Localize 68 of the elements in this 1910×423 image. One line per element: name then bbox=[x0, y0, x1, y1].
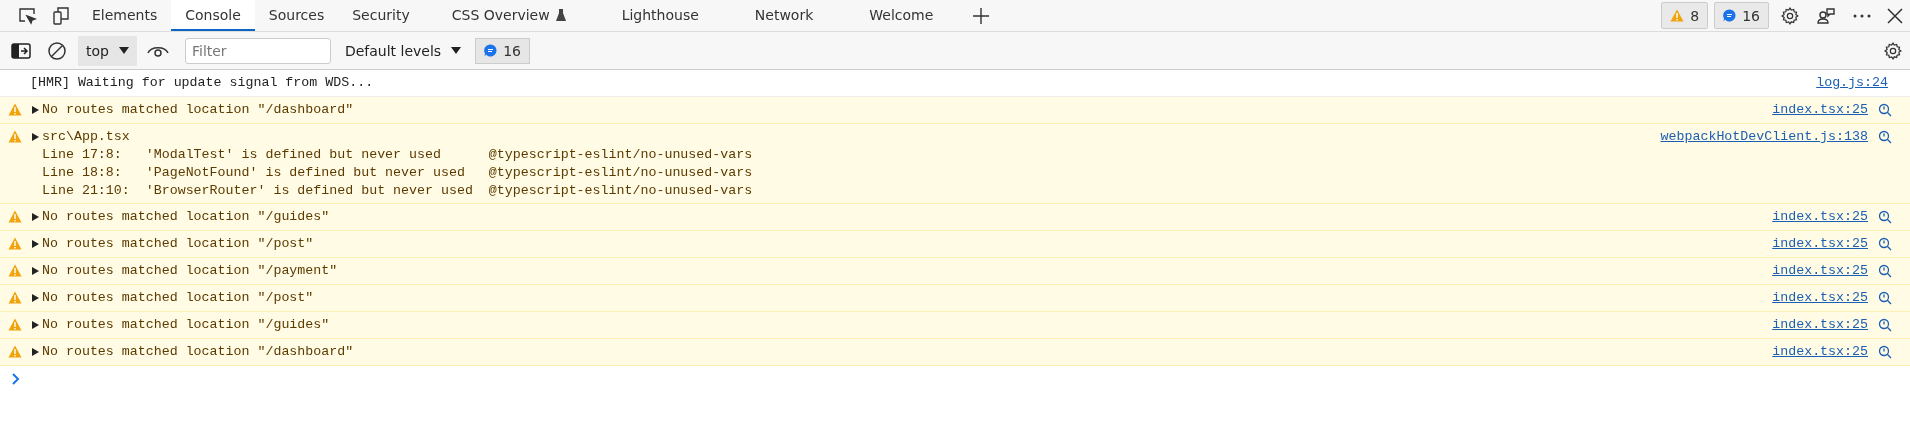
message-text: No routes matched location "/guides" bbox=[42, 316, 330, 334]
message-text: No routes matched location "/guides" bbox=[42, 208, 330, 226]
source-link[interactable]: index.tsx:25 bbox=[1772, 289, 1868, 307]
search-icon[interactable] bbox=[1878, 345, 1892, 359]
source-link[interactable]: log.js:24 bbox=[1816, 74, 1888, 92]
source-link[interactable]: index.tsx:25 bbox=[1772, 208, 1868, 226]
message-detail: Line 17:8: 'ModalTest' is defined but never used @typescript-eslint/no-unused-vars bbox=[41, 146, 754, 164]
message-icon bbox=[484, 44, 498, 57]
expand-arrow-icon[interactable] bbox=[30, 347, 40, 357]
messages-counter[interactable]: 16 bbox=[1714, 2, 1769, 29]
message-text: No routes matched location "/dashboard" bbox=[42, 101, 354, 119]
warning-icon bbox=[8, 210, 22, 223]
message-detail: Line 18:8: 'PageNotFound' is defined but never used @typescript-eslint/no-unused-vars bbox=[41, 164, 754, 182]
search-icon[interactable] bbox=[1878, 237, 1892, 251]
warning-icon bbox=[1670, 9, 1685, 22]
message-icon bbox=[1723, 9, 1737, 22]
expand-arrow-icon[interactable] bbox=[30, 266, 40, 276]
source-link[interactable]: index.tsx:25 bbox=[1772, 316, 1868, 334]
source-link[interactable]: index.tsx:25 bbox=[1772, 262, 1868, 280]
warning-icon bbox=[8, 103, 22, 116]
panel-tab[interactable]: Security bbox=[338, 0, 424, 31]
dropdown-arrow-icon bbox=[451, 47, 462, 54]
warning-icon bbox=[8, 291, 22, 304]
message-text: No routes matched location "/payment" bbox=[42, 262, 338, 280]
warning-icon bbox=[8, 318, 22, 331]
message-text: [HMR] Waiting for update signal from WDS... bbox=[30, 74, 374, 92]
panel-tab[interactable]: Elements bbox=[78, 0, 172, 31]
search-icon[interactable] bbox=[1878, 318, 1892, 332]
expand-arrow-icon[interactable] bbox=[30, 293, 40, 303]
expand-arrow-icon[interactable] bbox=[30, 239, 40, 249]
message-text: src\App.tsx bbox=[42, 128, 130, 146]
source-link[interactable]: index.tsx:25 bbox=[1772, 235, 1868, 253]
warnings-counter[interactable]: 8 bbox=[1661, 2, 1709, 29]
dropdown-arrow-icon bbox=[118, 47, 129, 54]
message-detail: Line 21:10: 'BrowserRouter' is defined but never used @typescript-eslint/no-unused-vars bbox=[41, 182, 754, 200]
message-text: No routes matched location "/post" bbox=[42, 235, 314, 253]
expand-arrow-icon[interactable] bbox=[30, 132, 40, 142]
message-text: No routes matched location "/dashboard" bbox=[42, 343, 354, 361]
panel-tab[interactable]: Welcome bbox=[841, 0, 962, 31]
message-text: No routes matched location "/post" bbox=[42, 289, 314, 307]
search-icon[interactable] bbox=[1878, 103, 1892, 117]
expand-arrow-icon[interactable] bbox=[30, 105, 40, 115]
flask-icon bbox=[555, 8, 566, 21]
source-link[interactable]: webpackHotDevClient.js:138 bbox=[1660, 128, 1868, 146]
search-icon[interactable] bbox=[1878, 264, 1892, 278]
panel-tab[interactable]: Console bbox=[171, 0, 255, 31]
expand-arrow-icon[interactable] bbox=[30, 212, 40, 222]
filter-field[interactable]: Filter bbox=[184, 37, 331, 64]
settings-icon[interactable] bbox=[1780, 5, 1800, 26]
warning-icon bbox=[8, 345, 22, 358]
panel-tab[interactable]: Sources bbox=[254, 0, 339, 31]
search-icon[interactable] bbox=[1878, 291, 1892, 305]
panel-tab[interactable]: CSS Overview bbox=[423, 0, 594, 31]
levels-dropdown[interactable]: Default levels bbox=[334, 42, 472, 59]
context-select[interactable]: top bbox=[78, 35, 137, 66]
search-icon[interactable] bbox=[1878, 130, 1892, 144]
messages-counter[interactable]: 16 bbox=[475, 37, 530, 64]
expand-arrow-icon[interactable] bbox=[30, 320, 40, 330]
panel-tab[interactable]: Network bbox=[726, 0, 842, 31]
console-settings-icon[interactable] bbox=[1883, 40, 1903, 61]
panel-tab[interactable]: Lighthouse bbox=[593, 0, 727, 31]
source-link[interactable]: index.tsx:25 bbox=[1772, 343, 1868, 361]
warning-icon bbox=[8, 237, 22, 250]
search-icon[interactable] bbox=[1878, 210, 1892, 224]
warning-icon bbox=[8, 264, 22, 277]
warning-icon bbox=[8, 130, 22, 143]
prompt-icon bbox=[12, 373, 20, 385]
source-link[interactable]: index.tsx:25 bbox=[1772, 101, 1868, 119]
